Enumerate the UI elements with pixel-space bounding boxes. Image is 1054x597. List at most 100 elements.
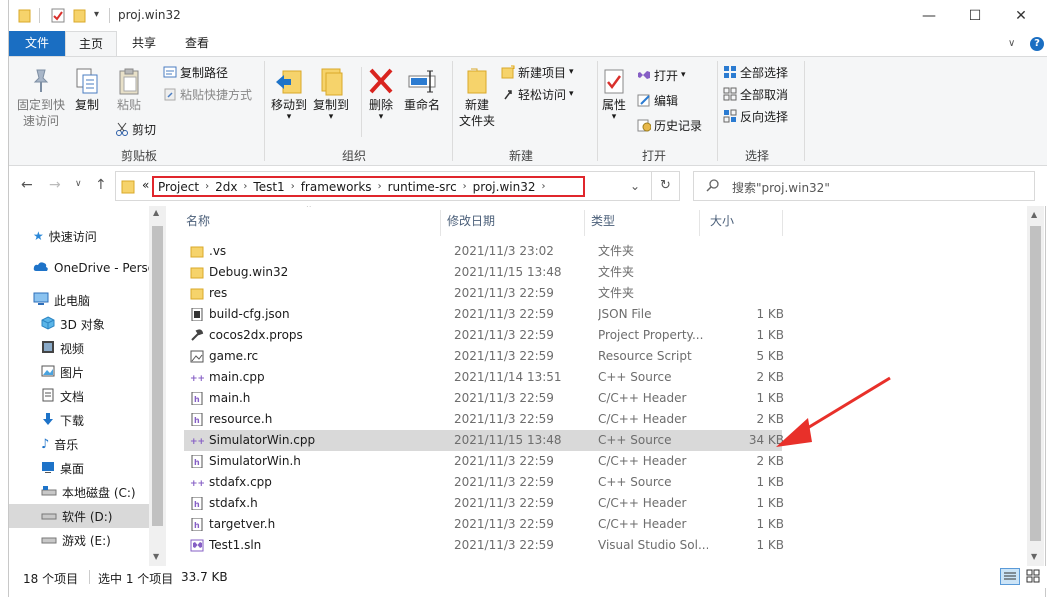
column-header-name[interactable]: 名称 xyxy=(186,206,436,236)
refresh-button[interactable]: ↻ xyxy=(652,171,680,201)
nav-item-this-pc[interactable]: 此电脑 xyxy=(9,288,149,312)
help-icon[interactable]: ? xyxy=(1030,37,1044,51)
new-group-label: 新建 xyxy=(508,149,533,163)
chevron-right-icon[interactable]: › xyxy=(285,181,301,192)
nav-item-drive-e[interactable]: 游戏 (E:) xyxy=(9,528,149,552)
pin-quick-access-button[interactable]: 固定到快 速访问 xyxy=(13,67,69,129)
search-box[interactable]: 搜索"proj.win32" xyxy=(693,171,1035,201)
invert-selection-button[interactable]: 反向选择 xyxy=(723,106,788,126)
file-row[interactable]: Test1.sln 2021/11/3 22:59 Visual Studio So… xyxy=(184,535,784,556)
properties-button[interactable]: 属性 ▾ xyxy=(599,67,629,122)
nav-item-drive-c[interactable]: 本地磁盘 (C:) xyxy=(9,480,149,504)
nav-scrollbar-thumb[interactable] xyxy=(152,226,163,526)
maximize-button[interactable]: ☐ xyxy=(952,0,998,31)
scroll-up-icon[interactable]: ▲ xyxy=(153,208,159,217)
scroll-down-icon[interactable]: ▼ xyxy=(1031,552,1037,561)
file-row[interactable]: ++ main.cpp 2021/11/14 13:51 C++ Source 2 KB xyxy=(184,367,784,388)
svg-text:++: ++ xyxy=(190,437,204,447)
copy-path-button[interactable]: 复制路径 xyxy=(163,62,228,82)
minimize-button[interactable]: — xyxy=(906,0,952,31)
cut-button[interactable]: 剪切 xyxy=(115,119,156,139)
large-icons-view-icon[interactable] xyxy=(1024,568,1044,585)
scroll-down-icon[interactable]: ▼ xyxy=(153,552,159,561)
move-to-button[interactable]: 移动到 ▾ xyxy=(268,67,310,122)
file-date: 2021/11/15 13:48 xyxy=(454,433,562,447)
pin-label: 固定到快 速访问 xyxy=(16,98,65,128)
file-row[interactable]: build-cfg.json 2021/11/3 22:59 JSON File 1 … xyxy=(184,304,784,325)
column-header-type[interactable]: 类型 xyxy=(591,206,701,236)
breadcrumb-item[interactable]: Test1 xyxy=(253,180,284,194)
customize-qat-icon[interactable]: ▾ xyxy=(94,9,99,20)
chevron-right-icon[interactable]: › xyxy=(372,181,388,192)
rename-button[interactable]: 重命名 xyxy=(401,67,443,113)
nav-item-onedrive[interactable]: OneDrive - Perso xyxy=(9,256,155,280)
file-row[interactable]: cocos2dx.props 2021/11/3 22:59 Project Pro… xyxy=(184,325,784,346)
file-row[interactable]: h resource.h 2021/11/3 22:59 C/C++ Header 2 … xyxy=(184,409,784,430)
nav-item-pictures[interactable]: 图片 xyxy=(9,360,149,384)
easy-access-button[interactable]: 轻松访问 ▾ xyxy=(501,84,574,104)
file-type: C++ Source xyxy=(598,433,672,447)
file-row[interactable]: h targetver.h 2021/11/3 22:59 C/C++ Header 1… xyxy=(184,514,784,535)
nav-item-downloads[interactable]: 下载 xyxy=(9,408,149,432)
chevron-right-icon[interactable]: › xyxy=(457,181,473,192)
scroll-up-icon[interactable]: ▲ xyxy=(1031,210,1037,219)
file-row[interactable]: game.rc 2021/11/3 22:59 Resource Script 5 K… xyxy=(184,346,784,367)
breadcrumb-item[interactable]: 2dx xyxy=(215,180,237,194)
breadcrumb-item[interactable]: runtime-src xyxy=(388,180,457,194)
file-row[interactable]: h SimulatorWin.h 2021/11/3 22:59 C/C++ Head… xyxy=(184,451,784,472)
file-row[interactable]: ++ stdafx.cpp 2021/11/3 22:59 C++ Source 1 K… xyxy=(184,472,784,493)
details-view-icon[interactable] xyxy=(1000,568,1020,585)
file-scrollbar-thumb[interactable] xyxy=(1030,226,1041,541)
nav-item-desktop[interactable]: 桌面 xyxy=(9,456,149,480)
overflow-chevron-icon[interactable]: « xyxy=(142,178,149,192)
copy-to-button[interactable]: 复制到 ▾ xyxy=(310,67,352,122)
nav-item-documents[interactable]: 文档 xyxy=(9,384,149,408)
column-header-date[interactable]: 修改日期 xyxy=(447,206,587,236)
tab-share[interactable]: 共享 xyxy=(121,31,167,56)
close-button[interactable]: ✕ xyxy=(998,0,1044,31)
collapse-ribbon-icon[interactable]: ∨ xyxy=(1008,38,1015,49)
file-row[interactable]: .vs 2021/11/3 23:02 文件夹 xyxy=(184,241,782,262)
paste-shortcut-button[interactable]: 粘贴快捷方式 xyxy=(163,84,252,104)
nav-item-videos[interactable]: 视频 xyxy=(9,336,149,360)
up-arrow-icon[interactable]: ↑ xyxy=(95,177,107,193)
nav-item-3d-objects[interactable]: 3D 对象 xyxy=(9,312,149,336)
nav-item-music[interactable]: ♪ 音乐 xyxy=(9,432,149,456)
nav-item-quick-access[interactable]: ★ 快速访问 xyxy=(9,224,149,248)
nav-scrollbar[interactable]: ▲ ▼ xyxy=(149,206,166,566)
file-scrollbar[interactable]: ▲ ▼ xyxy=(1027,206,1044,566)
file-date: 2021/11/3 22:59 xyxy=(454,517,554,531)
new-folder-icon[interactable] xyxy=(73,8,87,26)
copy-button[interactable]: 复制 xyxy=(71,67,103,113)
tab-home[interactable]: 主页 xyxy=(65,31,117,56)
chevron-right-icon[interactable]: › xyxy=(237,181,253,192)
file-row[interactable]: h stdafx.h 2021/11/3 22:59 C/C++ Header 1 KB xyxy=(184,493,784,514)
select-all-button[interactable]: 全部选择 xyxy=(723,62,788,82)
select-none-button[interactable]: 全部取消 xyxy=(723,84,788,104)
edit-button[interactable]: 编辑 xyxy=(637,90,678,110)
chevron-right-icon[interactable]: › xyxy=(535,181,551,192)
file-row[interactable]: res 2021/11/3 22:59 文件夹 xyxy=(184,283,782,304)
chevron-right-icon[interactable]: › xyxy=(199,181,215,192)
file-row[interactable]: h main.h 2021/11/3 22:59 C/C++ Header 1 KB xyxy=(184,388,784,409)
properties-icon[interactable] xyxy=(51,8,65,26)
forward-arrow-icon[interactable]: → xyxy=(49,177,61,193)
breadcrumb-item[interactable]: Project xyxy=(154,180,199,194)
recent-locations-icon[interactable]: ∨ xyxy=(75,179,82,189)
tab-file[interactable]: 文件 xyxy=(9,31,65,56)
file-row[interactable]: Debug.win32 2021/11/15 13:48 文件夹 xyxy=(184,262,782,283)
address-dropdown-icon[interactable]: ⌄ xyxy=(630,179,640,193)
column-header-size[interactable]: 大小 xyxy=(710,206,780,236)
paste-button[interactable]: 粘贴 xyxy=(113,67,145,113)
back-arrow-icon[interactable]: ← xyxy=(21,177,33,193)
tab-view[interactable]: 查看 xyxy=(174,31,220,56)
history-button[interactable]: 历史记录 xyxy=(637,115,702,135)
file-row[interactable]: ++ SimulatorWin.cpp 2021/11/15 13:48 C++ So… xyxy=(184,430,784,451)
breadcrumb-item[interactable]: proj.win32 xyxy=(473,180,536,194)
new-item-button[interactable]: 新建项目 ▾ xyxy=(501,62,574,82)
open-button[interactable]: 打开 ▾ xyxy=(637,65,686,85)
new-folder-button[interactable]: 新建 文件夹 xyxy=(456,67,498,129)
breadcrumb-item[interactable]: frameworks xyxy=(301,180,372,194)
delete-button[interactable]: 删除 ▾ xyxy=(365,67,397,122)
nav-item-drive-d[interactable]: 软件 (D:) xyxy=(9,504,149,528)
